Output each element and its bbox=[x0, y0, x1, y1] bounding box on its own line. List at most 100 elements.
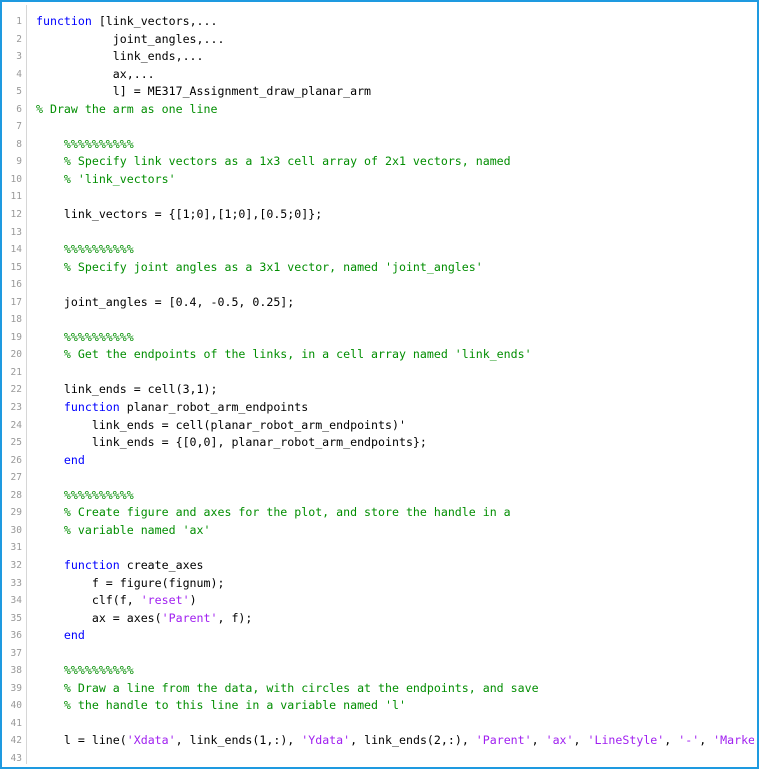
line-number: 24 bbox=[10, 419, 22, 431]
code-token: create_axes bbox=[119, 557, 204, 572]
code-line[interactable]: %%%%%%%%%% bbox=[28, 136, 754, 154]
comment-token: %%%%%%%%%% bbox=[36, 487, 134, 502]
line-number: 9 bbox=[16, 156, 22, 168]
string-token: 'Parent' bbox=[475, 733, 532, 748]
comment-token: % Draw the arm as one line bbox=[36, 101, 218, 116]
code-line[interactable] bbox=[28, 539, 754, 557]
code-line[interactable]: %%%%%%%%%% bbox=[28, 241, 754, 259]
code-token: clf(f, bbox=[36, 593, 141, 608]
line-number: 30 bbox=[10, 524, 22, 536]
line-number: 43 bbox=[10, 752, 22, 764]
line-number: 7 bbox=[16, 121, 22, 133]
code-line[interactable]: link_vectors = {[1;0],[1;0],[0.5;0]}; bbox=[28, 206, 754, 224]
line-number: 25 bbox=[10, 437, 22, 449]
code-line[interactable] bbox=[28, 364, 754, 382]
string-token: 'LineStyle' bbox=[587, 733, 665, 748]
line-number: 39 bbox=[10, 682, 22, 694]
line-number: 17 bbox=[10, 296, 22, 308]
code-line[interactable]: link_ends = cell(planar_robot_arm_endpoi… bbox=[28, 417, 754, 435]
code-line[interactable]: %%%%%%%%%% bbox=[28, 329, 754, 347]
keyword-token: end bbox=[63, 628, 85, 643]
code-token: planar_robot_arm_endpoints bbox=[119, 400, 309, 415]
code-line[interactable]: end bbox=[28, 627, 754, 645]
line-number: 16 bbox=[10, 279, 22, 291]
line-number: 10 bbox=[10, 173, 22, 185]
code-line[interactable]: l] = ME317_Assignment_draw_planar_arm bbox=[28, 83, 754, 101]
line-number: 13 bbox=[10, 226, 22, 238]
code-line[interactable]: function planar_robot_arm_endpoints bbox=[28, 399, 754, 417]
code-line[interactable]: % Specify link vectors as a 1x3 cell arr… bbox=[28, 153, 754, 171]
code-line[interactable] bbox=[28, 224, 754, 242]
code-line[interactable]: function [link_vectors,... bbox=[28, 13, 754, 31]
line-number: 3 bbox=[16, 51, 22, 63]
code-token: l = line( bbox=[36, 733, 127, 748]
comment-token: %%%%%%%%%% bbox=[36, 136, 134, 151]
comment-token: % Specify link vectors as a 1x3 cell arr… bbox=[36, 154, 511, 169]
code-line[interactable] bbox=[28, 715, 754, 733]
code-line[interactable]: % Draw the arm as one line bbox=[28, 101, 754, 119]
code-line[interactable]: link_ends = cell(3,1); bbox=[28, 381, 754, 399]
code-editor-area[interactable]: 1 2 3 4 5 6 7 8 9 10 11 12 13 14 15 16 17 18 19 20 21 22 23 24 2… bbox=[5, 5, 754, 764]
line-number-gutter: 1 2 3 4 5 6 7 8 9 10 11 12 13 14 15 16 17 18 19 20 21 22 23 24 2… bbox=[5, 5, 27, 764]
code-line[interactable]: clf(f, 'reset') bbox=[28, 592, 754, 610]
code-token: , link_ends(2,:), bbox=[350, 733, 476, 748]
code-line[interactable]: joint_angles,... bbox=[28, 31, 754, 49]
code-line[interactable]: %%%%%%%%%% bbox=[28, 662, 754, 680]
code-line[interactable] bbox=[28, 645, 754, 663]
line-number: 32 bbox=[10, 559, 22, 571]
line-number: 36 bbox=[10, 630, 22, 642]
line-number: 5 bbox=[16, 86, 22, 98]
code-line[interactable]: % Create figure and axes for the plot, a… bbox=[28, 504, 754, 522]
keyword-token: function bbox=[36, 14, 92, 28]
line-number: 27 bbox=[10, 472, 22, 484]
code-line[interactable] bbox=[28, 118, 754, 136]
comment-token: % the handle to this line in a variable … bbox=[36, 698, 406, 713]
code-line[interactable]: % the handle to this line in a variable … bbox=[28, 697, 754, 715]
line-number: 22 bbox=[10, 384, 22, 396]
code-token: , link_ends(1,:), bbox=[175, 733, 302, 748]
line-number: 8 bbox=[16, 138, 22, 150]
code-line[interactable]: % variable named 'ax' bbox=[28, 522, 754, 540]
code-line[interactable]: link_ends,... bbox=[28, 48, 754, 66]
keyword-token: end bbox=[63, 452, 85, 467]
code-token: [link_vectors,... bbox=[91, 14, 218, 28]
code-token: link_ends,... bbox=[36, 49, 204, 64]
code-line[interactable]: ax,... bbox=[28, 66, 754, 84]
code-line[interactable]: % 'link_vectors' bbox=[28, 171, 754, 189]
code-line[interactable]: function create_axes bbox=[28, 557, 754, 575]
line-number: 23 bbox=[10, 402, 22, 414]
line-number: 38 bbox=[10, 665, 22, 677]
line-number: 33 bbox=[10, 577, 22, 589]
code-content[interactable]: function [link_vectors,... joint_angles,… bbox=[28, 5, 754, 764]
code-line[interactable]: % Draw a line from the data, with circle… bbox=[28, 680, 754, 698]
comment-token: % Draw a line from the data, with circle… bbox=[36, 680, 539, 695]
code-line[interactable] bbox=[28, 188, 754, 206]
line-number: 41 bbox=[10, 717, 22, 729]
code-line[interactable]: % Get the endpoints of the links, in a c… bbox=[28, 346, 754, 364]
code-line[interactable]: l = line('Xdata', link_ends(1,:), 'Ydata… bbox=[28, 732, 754, 750]
code-token: link_ends = cell(3,1); bbox=[36, 382, 218, 397]
code-line[interactable] bbox=[28, 311, 754, 329]
code-line[interactable]: end bbox=[28, 452, 754, 470]
code-token: , bbox=[531, 733, 546, 748]
code-line[interactable]: %%%%%%%%%% bbox=[28, 487, 754, 505]
code-line[interactable]: link_ends = {[0,0], planar_robot_arm_end… bbox=[28, 434, 754, 452]
line-number: 21 bbox=[10, 366, 22, 378]
code-line[interactable]: joint_angles = [0.4, -0.5, 0.25]; bbox=[28, 294, 754, 312]
code-line[interactable]: ax = axes('Parent', f); bbox=[28, 610, 754, 628]
code-line[interactable]: f = figure(fignum); bbox=[28, 575, 754, 593]
line-number: 14 bbox=[10, 244, 22, 256]
line-number: 28 bbox=[10, 489, 22, 501]
code-editor-window: 1 2 3 4 5 6 7 8 9 10 11 12 13 14 15 16 17 18 19 20 21 22 23 24 2… bbox=[0, 0, 759, 769]
code-token: ax = axes( bbox=[36, 610, 162, 625]
code-line[interactable] bbox=[28, 750, 754, 764]
code-line[interactable]: % Specify joint angles as a 3x1 vector, … bbox=[28, 259, 754, 277]
comment-token: %%%%%%%%%% bbox=[36, 242, 134, 257]
code-line[interactable] bbox=[28, 276, 754, 294]
code-line[interactable] bbox=[28, 469, 754, 487]
comment-token: % Get the endpoints of the links, in a c… bbox=[36, 347, 532, 362]
